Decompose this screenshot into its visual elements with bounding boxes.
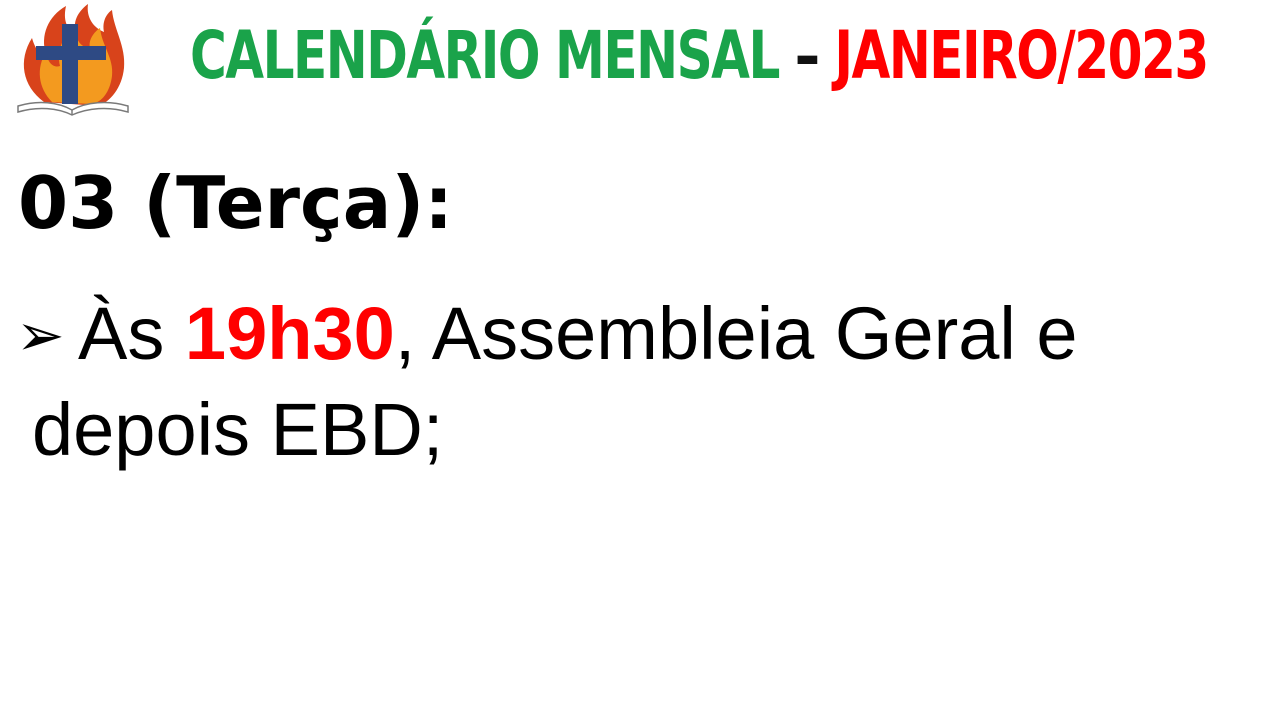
page-title: CALENDÁRIO MENSAL – JANEIRO/2023 [190, 14, 1209, 98]
slide: CALENDÁRIO MENSAL – JANEIRO/2023 03 (Ter… [0, 0, 1280, 720]
day-heading: 03 (Terça): [18, 161, 454, 245]
event-time: 19h30 [184, 292, 395, 375]
event-item: ➢ Às 19h30, Assembleia Geral e [16, 290, 1078, 379]
title-month-year: JANEIRO/2023 [834, 17, 1209, 94]
church-logo-icon [17, 4, 129, 116]
event-description-line1: , Assembleia Geral e [394, 292, 1078, 375]
arrow-bullet-icon: ➢ [16, 301, 65, 369]
title-separator: – [794, 17, 820, 94]
event-description-line2: depois EBD; [32, 388, 444, 471]
event-prefix: Às [78, 292, 185, 375]
title-calendar-label: CALENDÁRIO MENSAL [190, 17, 780, 94]
